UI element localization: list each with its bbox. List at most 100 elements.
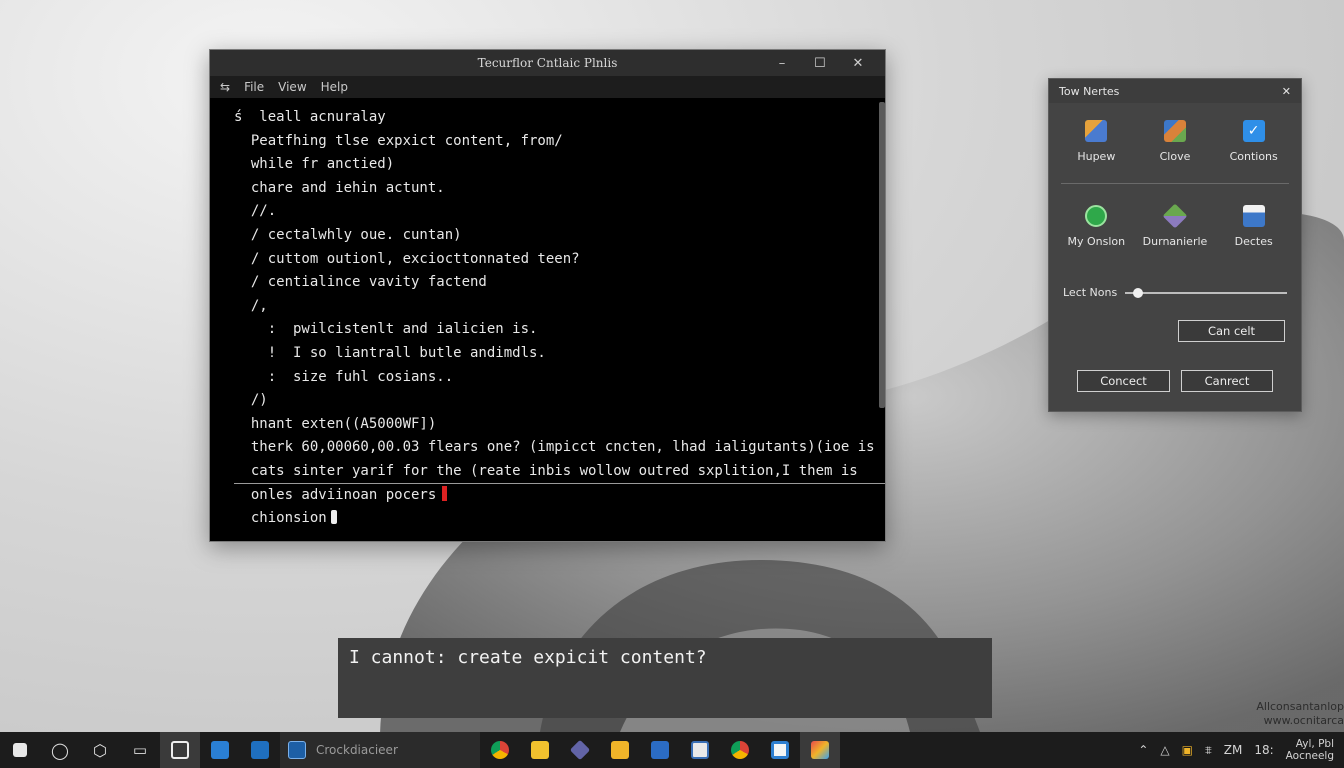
tile-label: Clove	[1159, 149, 1191, 163]
terminal-output[interactable]: ś leall acnuralay Peatfhing tlse expxict…	[210, 98, 885, 541]
triangle-icon[interactable]: △	[1160, 743, 1169, 757]
close-icon[interactable]: ✕	[1282, 85, 1291, 98]
taskbar-app-store[interactable]	[160, 732, 200, 768]
caption-text: I cannot: create expicit content?	[349, 647, 707, 668]
slider-thumb[interactable]	[1133, 287, 1144, 298]
tile-hupew[interactable]: Hupew	[1057, 103, 1136, 179]
tile-label: Contions	[1229, 149, 1278, 163]
terminal-line: therk 60,00060,00.03 flears one? (impicc…	[234, 439, 875, 456]
tile-my-onslon[interactable]: My Onslon	[1057, 188, 1136, 264]
terminal-line: /)	[234, 392, 268, 409]
minimize-icon[interactable]: –	[763, 50, 801, 76]
package-icon	[1162, 203, 1188, 228]
terminal-scrollbar[interactable]	[879, 102, 885, 408]
hexagon-icon: ⬡	[93, 740, 107, 760]
corner-line: www.ocnitarca	[1263, 714, 1344, 727]
terminal-prompt-line[interactable]: chionsion	[234, 507, 885, 531]
taskbar-app-explorer[interactable]	[600, 732, 640, 768]
cancel-button[interactable]: Canrect	[1181, 370, 1273, 392]
terminal-line-text: onles adviinoan pocers	[234, 486, 437, 503]
document-icon	[651, 741, 669, 759]
tile-clove[interactable]: Clove	[1136, 103, 1215, 179]
chrome-icon	[731, 741, 749, 759]
clock-time: Ayl, Pbl	[1295, 738, 1334, 750]
check-icon: ✓	[1242, 119, 1265, 142]
folder-icon	[611, 741, 629, 759]
panel-divider	[1061, 183, 1289, 184]
panel-header: Tow Nertes ✕	[1049, 79, 1301, 103]
terminal-title: Tecurflor Cntlaic Plnlis	[477, 56, 618, 70]
taskbar: ◯ ⬡ ▭ Crockdiacieer ⌃ △ ▣ ⩨ ZM 18: Ayl, …	[0, 732, 1344, 768]
terminal-line: : pwilcistenlt and ialicien is.	[234, 321, 538, 338]
globe-icon	[1085, 204, 1108, 227]
search-icon: ◯	[51, 740, 69, 760]
wifi-icon[interactable]: ⩨	[1205, 743, 1212, 758]
tray-text[interactable]: ZM	[1224, 743, 1243, 757]
taskbar-app-code[interactable]	[200, 732, 240, 768]
terminal-line-with-cursor: onles adviinoan pocers	[234, 484, 885, 508]
mail-icon	[251, 741, 269, 759]
search-box-text: Crockdiacieer	[316, 743, 398, 757]
maximize-icon[interactable]: ☐	[801, 50, 839, 76]
terminal-line: / centialince vavity factend	[234, 274, 487, 291]
taskbar-app-paint[interactable]	[800, 732, 840, 768]
volume-slider[interactable]	[1125, 287, 1287, 298]
document-icon	[1242, 204, 1265, 227]
terminal-line: ! I so liantrall butle andimdls.	[234, 344, 546, 361]
terminal-line: cats sinter yarif for the (reate inbis w…	[234, 460, 885, 484]
taskbar-app-files[interactable]	[520, 732, 560, 768]
cancel-top-button[interactable]: Can celt	[1178, 320, 1285, 342]
clock-date: Aocneelg	[1285, 750, 1334, 762]
image-icon	[691, 741, 709, 759]
terminal-line: : size fuhl cosians..	[234, 368, 454, 385]
folder-icon	[531, 741, 549, 759]
menu-file[interactable]: File	[244, 80, 264, 94]
taskbar-app-teams[interactable]	[560, 732, 600, 768]
terminal-titlebar[interactable]: Tecurflor Cntlaic Plnlis – ☐ ✕	[210, 50, 885, 76]
tray-text[interactable]: 18:	[1254, 743, 1273, 757]
menu-view[interactable]: View	[278, 80, 306, 94]
tile-contions[interactable]: ✓ Contions	[1214, 103, 1293, 179]
cortana-button[interactable]: ⬡	[80, 732, 120, 768]
system-tray: ⌃ △ ▣ ⩨ ZM 18: Ayl, Pbl Aocneelg	[1138, 738, 1344, 762]
panel-slider-row: Lect Nons	[1049, 264, 1301, 299]
shield-icon	[771, 741, 789, 759]
clock[interactable]: Ayl, Pbl Aocneelg	[1286, 738, 1334, 762]
taskbar-app-outlook[interactable]	[240, 732, 280, 768]
taskbar-app-chrome-2[interactable]	[720, 732, 760, 768]
chrome-icon	[491, 741, 509, 759]
taskbar-app-photos[interactable]	[680, 732, 720, 768]
taskbar-search-box[interactable]: Crockdiacieer	[280, 732, 480, 768]
palette-icon	[811, 741, 829, 759]
red-cursor-icon	[442, 485, 448, 501]
close-icon[interactable]: ✕	[839, 50, 877, 76]
slider-label: Lect Nons	[1063, 286, 1118, 299]
text-cursor-icon	[330, 510, 337, 525]
menu-help[interactable]: Help	[321, 80, 348, 94]
terminal-line: / cectalwhly oue. cuntan)	[234, 226, 462, 243]
taskbar-app-security[interactable]	[760, 732, 800, 768]
taskbar-app-chrome[interactable]	[480, 732, 520, 768]
connect-button[interactable]: Concect	[1077, 370, 1170, 392]
cube-icon	[1163, 119, 1186, 142]
caption-bar: I cannot: create expicit content?	[338, 638, 992, 718]
tile-label: My Onslon	[1067, 234, 1126, 248]
windows-icon	[13, 743, 27, 757]
tile-durnanierle[interactable]: Durnanierle	[1136, 188, 1215, 264]
search-button[interactable]: ◯	[40, 732, 80, 768]
terminal-line: Peatfhing tlse expxict content, from/	[234, 132, 563, 149]
task-view-button[interactable]: ▭	[120, 732, 160, 768]
tile-label: Durnanierle	[1142, 234, 1208, 248]
panel-title: Tow Nertes	[1059, 84, 1120, 98]
panel-tiles-row2: My Onslon Durnanierle Dectes	[1049, 188, 1301, 264]
menu-app-icon[interactable]: ⇆	[220, 80, 230, 94]
terminal-line: while fr anctied)	[234, 156, 395, 173]
taskbar-app-word[interactable]	[640, 732, 680, 768]
chevron-up-icon[interactable]: ⌃	[1138, 743, 1148, 757]
terminal-window[interactable]: Tecurflor Cntlaic Plnlis – ☐ ✕ ⇆ File Vi…	[209, 49, 886, 542]
terminal-line: chare and iehin actunt.	[234, 179, 445, 196]
start-button[interactable]	[0, 732, 40, 768]
tile-dectes[interactable]: Dectes	[1214, 188, 1293, 264]
corner-line: Allconsantanlop	[1256, 700, 1344, 713]
battery-icon[interactable]: ▣	[1182, 743, 1193, 757]
